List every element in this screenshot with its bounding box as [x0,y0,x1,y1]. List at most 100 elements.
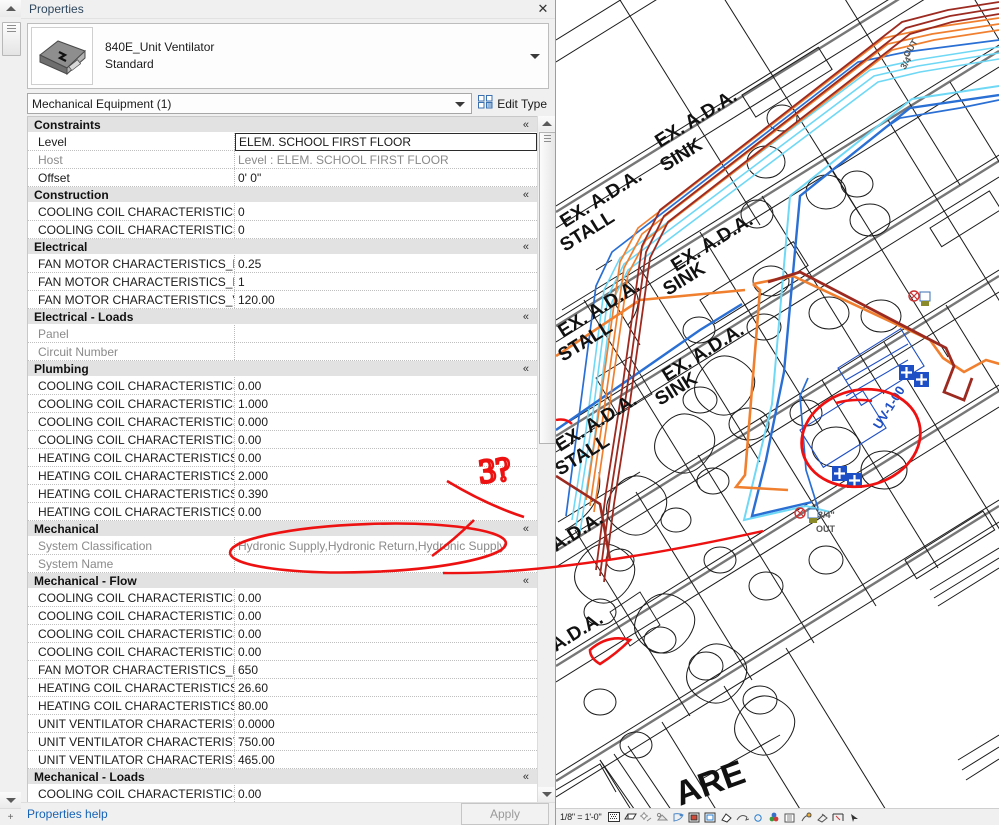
lock-3d-view-icon[interactable] [719,811,733,824]
property-value[interactable]: 80.00 [235,697,537,714]
drawing-canvas[interactable]: EX. A.D.A. SINK EX. A.D.A. STALL EX. A.D.A. S… [556,0,999,825]
property-value[interactable]: Level : ELEM. SCHOOL FIRST FLOOR [235,151,537,168]
property-group-header[interactable]: Constraints « [28,117,537,133]
property-value[interactable]: 0.00 [235,785,537,802]
property-group-header[interactable]: Electrical - Loads « [28,309,537,325]
properties-grid-scrollbar[interactable] [537,116,555,802]
property-value[interactable]: 0.25 [235,255,537,272]
property-value[interactable]: 465.00 [235,751,537,768]
apply-button[interactable]: Apply [461,803,549,825]
chevron-up-icon[interactable]: « [523,771,529,783]
property-row[interactable]: COOLING COIL CHARACTERISTICS_...0 [28,203,537,221]
scroll-down-arrow-icon[interactable] [0,792,21,809]
chevron-up-icon[interactable]: « [523,311,529,323]
chevron-up-icon[interactable]: « [523,119,529,131]
application-vertical-scrollbar[interactable]: + [0,0,22,825]
equipment-tag[interactable]: UV-1-00 [870,383,908,431]
property-value[interactable] [235,325,537,342]
property-value[interactable]: 1 [235,273,537,290]
property-row[interactable]: FAN MOTOR CHARACTERISTICS_M... 0.25 [28,255,537,273]
view-control-icons[interactable] [607,811,861,824]
property-value[interactable]: ELEM. SCHOOL FIRST FLOOR [235,133,537,151]
property-row[interactable]: Host Level : ELEM. SCHOOL FIRST FLOOR [28,151,537,169]
property-value[interactable]: 0.00 [235,503,537,520]
property-value[interactable]: 0.00 [235,643,537,660]
close-icon[interactable]: ✕ [535,1,551,17]
chevron-up-icon[interactable]: « [523,523,529,535]
property-group-header[interactable]: Plumbing « [28,361,537,377]
equipment-tag[interactable]: OUT [816,524,836,534]
property-row[interactable]: HEATING COIL CHARACTERISTICS_... 80.00 [28,697,537,715]
property-value[interactable]: 0.00 [235,449,537,466]
chevron-down-icon[interactable] [455,101,466,107]
scroll-up-arrow-icon[interactable] [0,0,21,17]
property-value[interactable]: 0.00 [235,589,537,606]
property-row[interactable]: COOLING COIL CHARACTERISTICS_...0.00 [28,625,537,643]
sun-path-icon[interactable] [639,811,653,824]
property-value[interactable]: 750.00 [235,733,537,750]
property-row[interactable]: COOLING COIL CHARACTERISTICS_...0.00 [28,431,537,449]
model-graphics-style-icon[interactable] [607,811,621,824]
property-row[interactable]: Panel [28,325,537,343]
edit-type-button[interactable]: Edit Type [478,95,549,112]
property-value[interactable]: 2.000 [235,467,537,484]
property-row[interactable]: FAN MOTOR CHARACTERISTICS_V... 120.00 [28,291,537,309]
property-row[interactable]: System Classification Hydronic Supply,Hyd… [28,537,537,555]
property-row[interactable]: HEATING COIL CHARACTERISTICS_... 0.390 [28,485,537,503]
shadows-icon[interactable] [655,811,669,824]
view-control-bar[interactable]: 1/8" = 1'-0" [556,808,999,825]
property-row[interactable]: HEATING COIL CHARACTERISTICS_... 26.60 [28,679,537,697]
temporary-view-properties-icon[interactable] [783,811,797,824]
property-row[interactable]: Level ELEM. SCHOOL FIRST FLOOR [28,133,537,151]
property-row[interactable]: HEATING COIL CHARACTERISTICS_... 0.00 [28,503,537,521]
equipment-tag[interactable]: 3/4" [818,510,835,520]
property-value[interactable]: 0 [235,221,537,238]
property-row[interactable]: HEATING COIL CHARACTERISTICS_... 0.00 [28,449,537,467]
chevron-up-icon[interactable]: « [523,575,529,587]
grid-scrollbar-thumb[interactable] [539,132,555,444]
chevron-down-icon[interactable] [530,54,540,59]
property-row[interactable]: COOLING COIL CHARACTERISTICS_...1.000 [28,395,537,413]
property-value[interactable]: 0' 0" [235,169,537,186]
property-row[interactable]: UNIT VENTILATOR CHARACTERISTI... 465.00 [28,751,537,769]
property-row[interactable]: UNIT VENTILATOR CHARACTERISTI... 750.00 [28,733,537,751]
property-value[interactable] [235,343,537,360]
property-row[interactable]: COOLING COIL CHARACTERISTICS_...0 [28,221,537,239]
chevron-up-icon[interactable]: « [523,363,529,375]
worksharing-display-icon[interactable] [767,811,781,824]
temporary-hide-isolate-icon[interactable] [735,811,749,824]
property-row[interactable]: FAN MOTOR CHARACTERISTICS_RP...650 [28,661,537,679]
show-crop-region-icon[interactable] [703,811,717,824]
property-row[interactable]: FAN MOTOR CHARACTERISTICS_P... 1 [28,273,537,291]
grid-scroll-down-icon[interactable] [538,787,555,802]
property-row[interactable]: Circuit Number [28,343,537,361]
property-value[interactable]: 0.390 [235,485,537,502]
measure-icon[interactable] [831,811,845,824]
property-row[interactable]: COOLING COIL CHARACTERISTICS_...0.00 [28,377,537,395]
property-row[interactable]: COOLING COIL CHARACTERISTICS_...0.00 [28,785,537,802]
view-scale-label[interactable]: 1/8" = 1'-0" [556,812,602,822]
property-value[interactable]: 0.00 [235,625,537,642]
property-row[interactable]: Offset 0' 0" [28,169,537,187]
property-row[interactable]: HEATING COIL CHARACTERISTICS_... 2.000 [28,467,537,485]
hide-analytical-model-icon[interactable] [799,811,813,824]
property-group-header[interactable]: Mechanical - Loads « [28,769,537,785]
property-value[interactable] [235,555,537,572]
property-row[interactable]: COOLING COIL CHARACTERISTICS_...0.00 [28,589,537,607]
grid-scroll-up-icon[interactable] [538,116,555,131]
property-row[interactable]: UNIT VENTILATOR CHARACTERISTI... 0.0000 [28,715,537,733]
visual-style-icon[interactable] [623,811,637,824]
property-row[interactable]: System Name [28,555,537,573]
crop-view-icon[interactable] [687,811,701,824]
property-value[interactable]: 1.000 [235,395,537,412]
property-value[interactable]: Hydronic Supply,Hydronic Return,Hydronic… [235,537,537,554]
property-group-header[interactable]: Mechanical « [28,521,537,537]
property-value[interactable]: 26.60 [235,679,537,696]
property-value[interactable]: 0.00 [235,431,537,448]
property-row[interactable]: COOLING COIL CHARACTERISTICS_...0.00 [28,643,537,661]
property-value[interactable]: 0.000 [235,413,537,430]
property-value[interactable]: 0 [235,203,537,220]
chevron-up-icon[interactable]: « [523,241,529,253]
properties-help-link[interactable]: Properties help [27,807,108,821]
chevron-up-icon[interactable]: « [523,189,529,201]
